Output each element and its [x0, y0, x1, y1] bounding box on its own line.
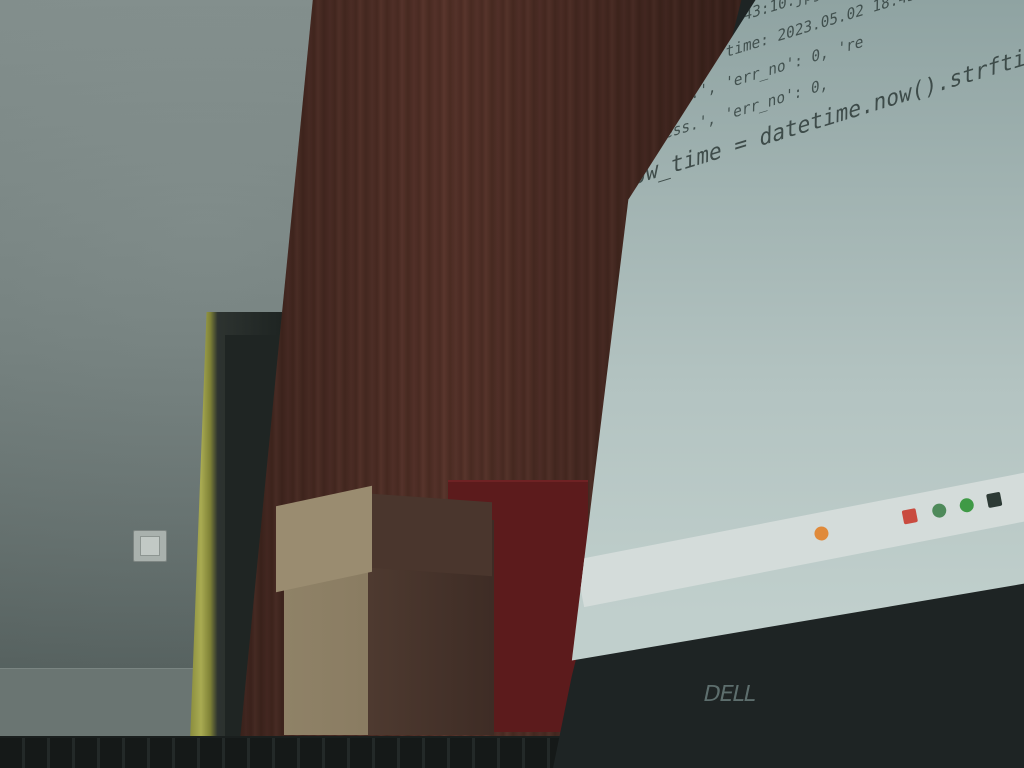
- app-icon: [958, 497, 975, 514]
- dell-logo: DELL: [700, 682, 758, 707]
- app-icon: [813, 525, 830, 542]
- laptop: 2023.05.02 18:43:10.jpg Detected at time…: [553, 0, 1024, 768]
- laptop-keyboard: [0, 738, 600, 768]
- app-icon: [931, 502, 948, 519]
- taskbar: [575, 472, 1024, 608]
- baseboard: [0, 668, 200, 739]
- switch-rocker: [140, 536, 160, 556]
- photo-scene: 2023.05.02 18:43:10.jpg Detected at time…: [0, 0, 1024, 768]
- code-editor: 2023.05.02 18:43:10.jpg Detected at time…: [620, 0, 1024, 208]
- app-icon: [901, 508, 919, 525]
- cardboard-flap-right: [372, 493, 492, 577]
- app-icon: [986, 491, 1003, 509]
- light-switch-icon: [133, 530, 167, 562]
